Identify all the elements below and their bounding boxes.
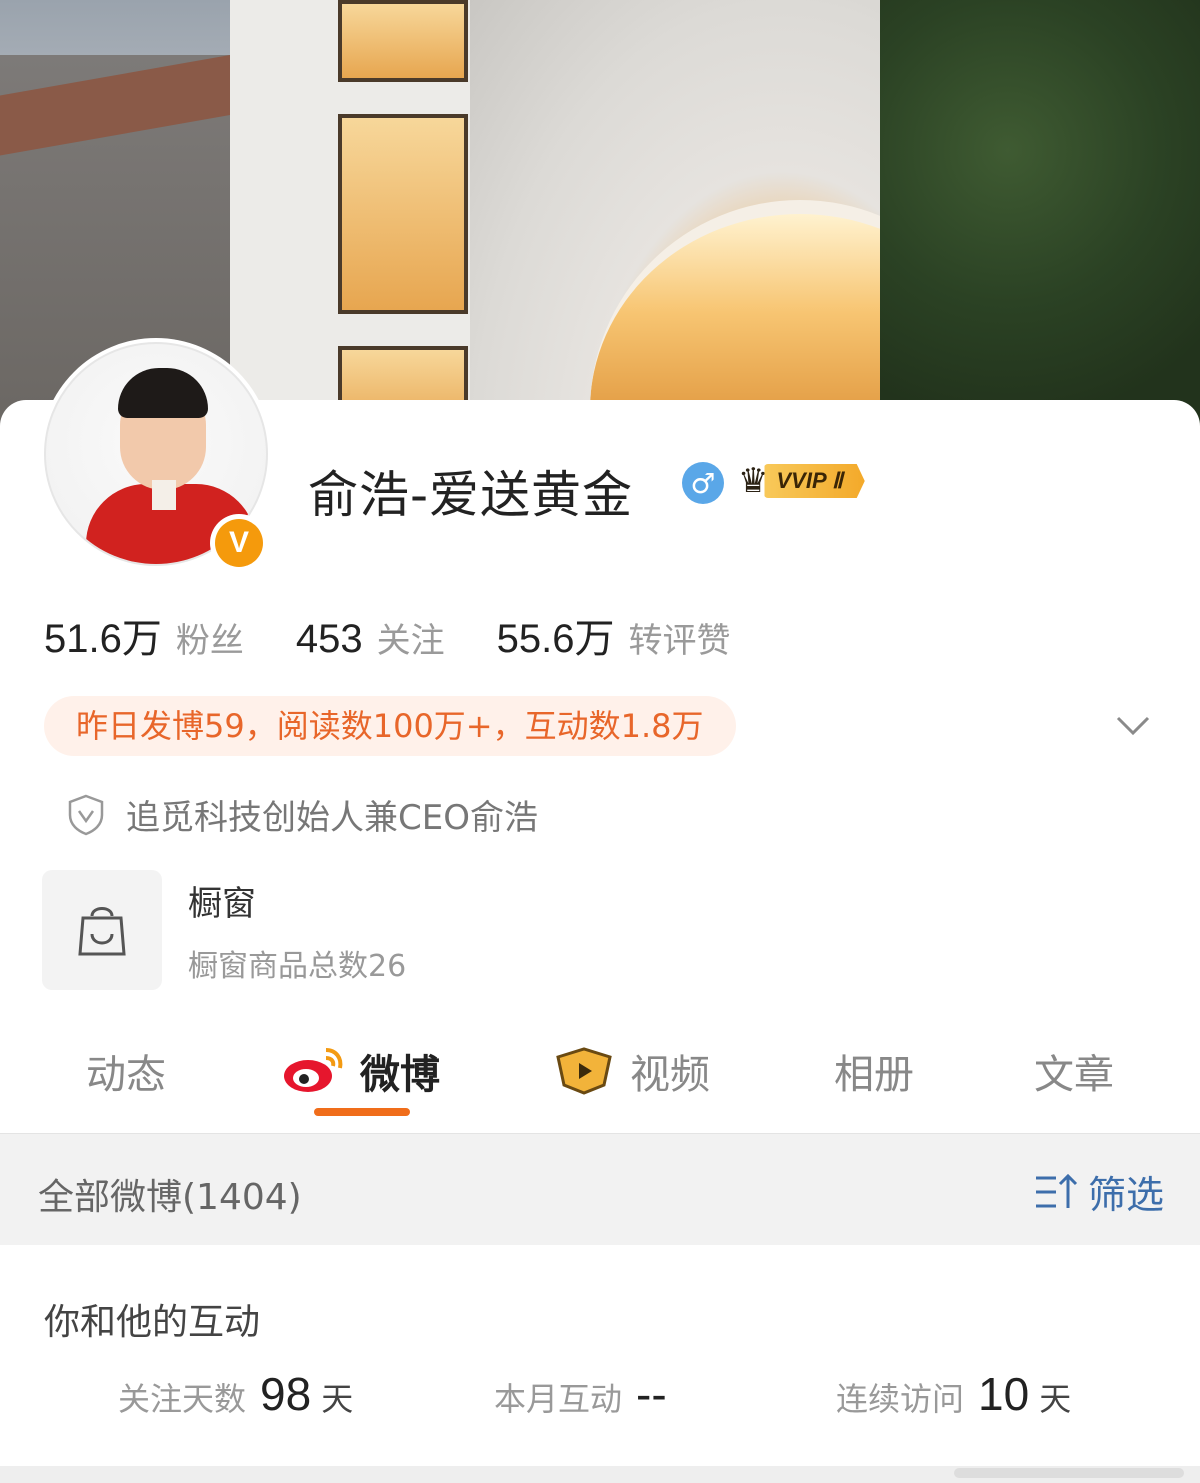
vvip-badge[interactable]: ♛ VVIP Ⅱ xyxy=(738,460,865,502)
shop-subtitle: 橱窗商品总数26 xyxy=(188,948,407,984)
shopping-bag-icon xyxy=(42,870,162,990)
cover-tower xyxy=(230,0,490,430)
shop-window[interactable]: 橱窗 橱窗商品总数26 xyxy=(42,870,406,990)
tab-articles[interactable]: 文章 xyxy=(1034,1042,1114,1100)
verification-description: 追觅科技创始人兼CEO俞浩 xyxy=(66,790,538,839)
interaction-title: 你和他的互动 xyxy=(44,1302,261,1343)
active-tab-indicator xyxy=(314,1108,410,1116)
tab-feed[interactable]: 动态 xyxy=(86,1042,166,1100)
video-icon xyxy=(556,1047,612,1095)
shield-icon xyxy=(68,794,104,835)
tab-video[interactable]: 视频 xyxy=(554,1042,710,1100)
stat-followers[interactable]: 51.6万 粉丝 xyxy=(44,606,244,664)
tab-album[interactable]: 相册 xyxy=(834,1042,914,1100)
chevron-down-icon[interactable] xyxy=(1114,706,1152,744)
gender-male-icon: ♂ xyxy=(682,462,724,504)
profile-tabs: 动态 微博 视频 相册 文章 xyxy=(0,1030,1200,1130)
activity-summary[interactable]: 昨日发博59，阅读数100万+，互动数1.8万 xyxy=(44,696,736,756)
verified-badge-icon: V xyxy=(210,514,268,572)
sort-filter-icon xyxy=(1036,1173,1078,1208)
home-indicator xyxy=(954,1468,1184,1478)
shop-title: 橱窗 xyxy=(188,883,256,924)
metric-monthly-interaction: 本月互动 -- xyxy=(494,1368,667,1420)
crown-icon: ♛ xyxy=(738,461,769,501)
feed-filter-bar: 全部微博(1404) 筛选 xyxy=(0,1133,1200,1245)
weibo-icon xyxy=(284,1048,343,1092)
metric-consecutive-visits: 连续访问 10 天 xyxy=(836,1368,1072,1420)
profile-name: 俞浩-爱送黄金 xyxy=(308,466,634,524)
tab-weibo[interactable]: 微博 xyxy=(282,1042,440,1100)
stat-likes[interactable]: 55.6万 转评赞 xyxy=(497,606,731,664)
filter-button[interactable]: 筛选 xyxy=(1034,1164,1164,1219)
cover-tree xyxy=(880,0,1200,430)
profile-stats: 51.6万 粉丝 453 关注 55.6万 转评赞 xyxy=(44,606,782,664)
metric-follow-days: 关注天数 98 天 xyxy=(118,1368,354,1420)
stat-following[interactable]: 453 关注 xyxy=(296,613,445,662)
post-count: 全部微博(1404) xyxy=(38,1177,302,1218)
interaction-panel: 你和他的互动 关注天数 98 天 本月互动 -- 连续访问 10 天 xyxy=(0,1245,1200,1483)
